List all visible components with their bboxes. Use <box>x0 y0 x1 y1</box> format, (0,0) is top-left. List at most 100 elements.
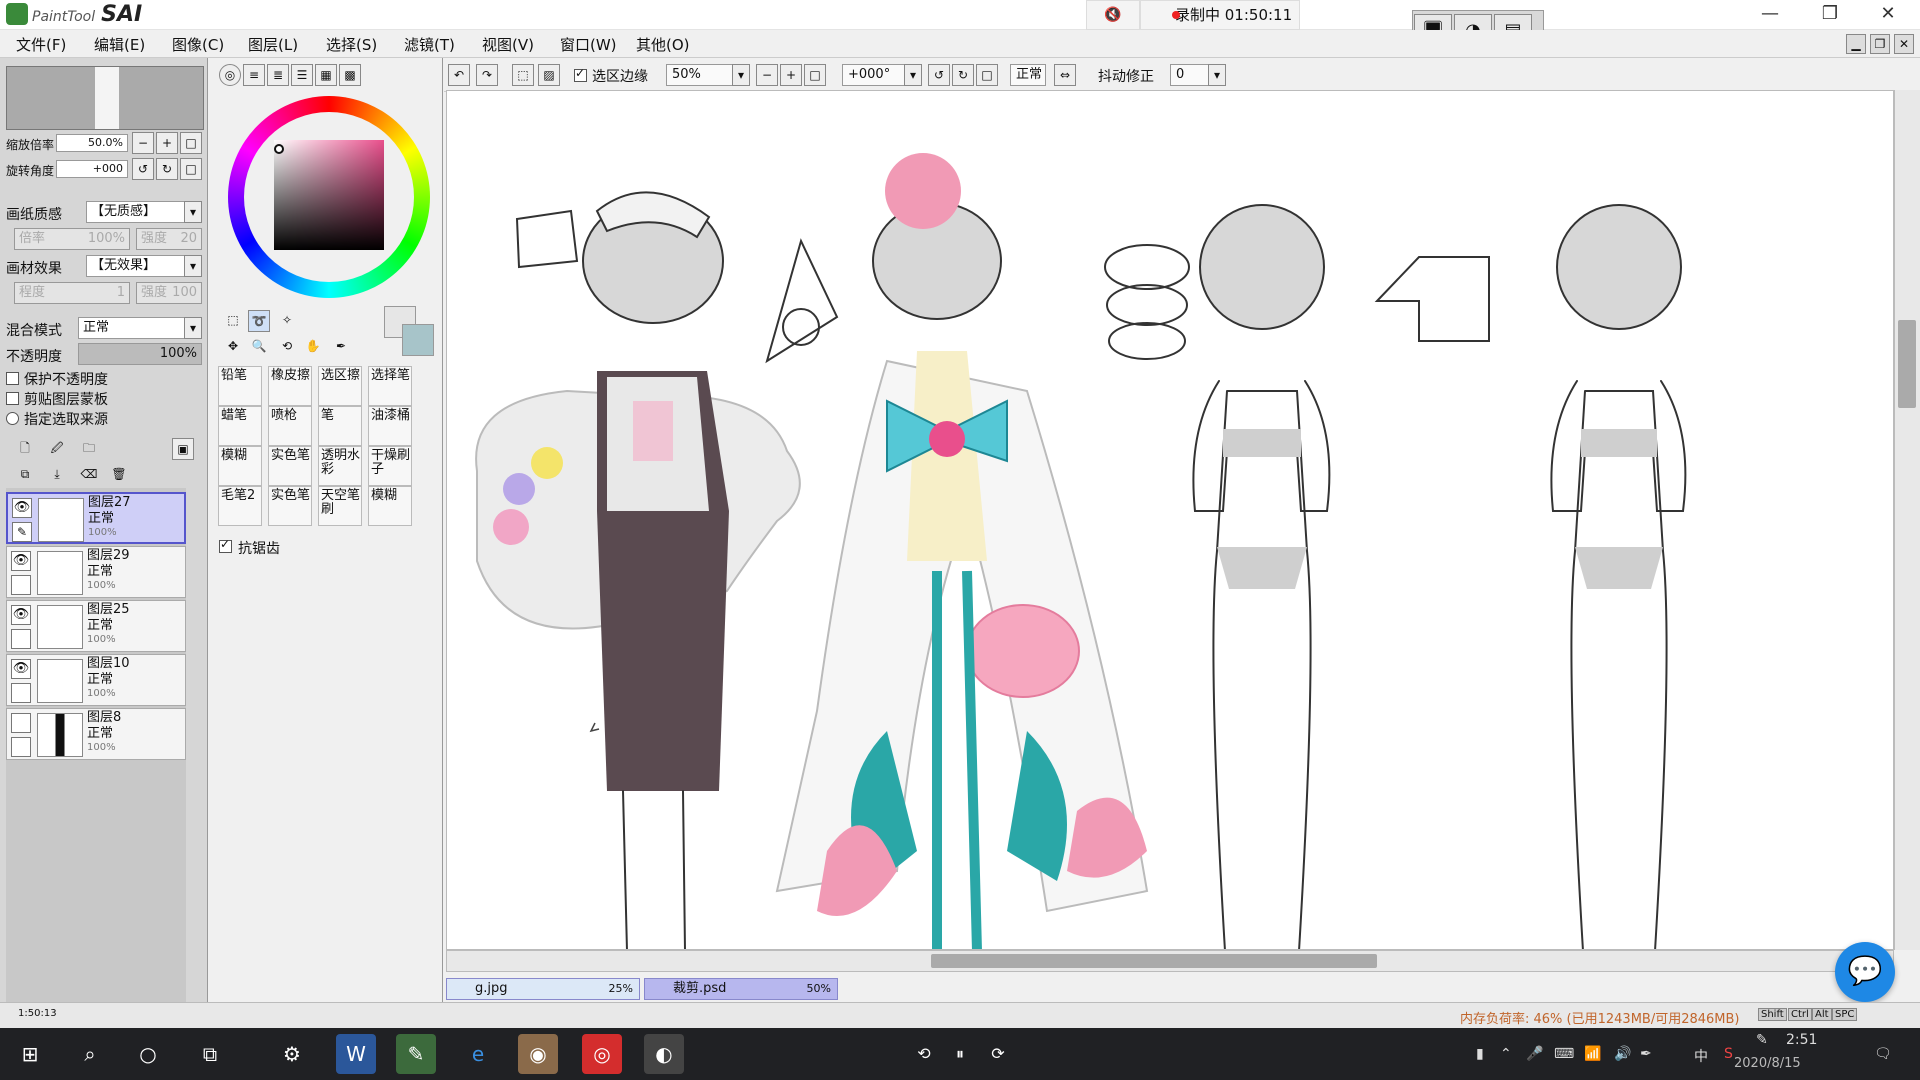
rewind-10-icon[interactable]: ⟲ <box>904 1034 944 1074</box>
menu-edit[interactable]: 编辑(E) <box>94 34 145 55</box>
brush-effect-select[interactable]: 【无效果】 <box>86 255 186 277</box>
zoom-reset-icon[interactable]: □ <box>804 64 826 86</box>
chevron-down-icon[interactable]: ▾ <box>1208 64 1226 86</box>
tool-solid-brush-2[interactable]: 实色笔 <box>268 486 312 526</box>
display-mode-select[interactable]: 正常 <box>1010 64 1046 86</box>
cortana-icon[interactable]: ○ <box>128 1034 168 1074</box>
layer-item[interactable]: 👁 图层10 正常 100% <box>6 654 186 706</box>
layer-item[interactable]: 👁 图层25 正常 100% <box>6 600 186 652</box>
blend-mode-select[interactable]: 正常 <box>78 317 186 339</box>
painttool-app-icon[interactable]: ✎ <box>396 1034 436 1074</box>
tool-selection-eraser[interactable]: 选区擦 <box>318 366 362 406</box>
menu-file[interactable]: 文件(F) <box>16 34 66 55</box>
layer-item[interactable]: 图层8 正常 100% <box>6 708 186 760</box>
eye-icon[interactable]: 👁 <box>12 498 32 518</box>
lock-toggle[interactable] <box>11 737 31 757</box>
vertical-scrollbar[interactable] <box>1894 90 1920 950</box>
edit-icon[interactable]: ✎ <box>1756 1032 1768 1048</box>
menu-layer[interactable]: 图层(L) <box>248 34 298 55</box>
rgb-slider-tab-icon[interactable]: ≡ <box>243 64 265 86</box>
taskbar-date[interactable]: 2020/8/15 <box>1734 1056 1801 1071</box>
move-icon[interactable]: ✥ <box>222 336 244 358</box>
zoom-in-button[interactable]: + <box>156 132 178 154</box>
volume-icon[interactable]: 🔊 <box>1614 1046 1631 1062</box>
rotate-reset-button[interactable]: □ <box>180 158 202 180</box>
zoom-field[interactable]: 50.0% <box>56 134 128 152</box>
flip-icon[interactable]: ⇔ <box>1054 64 1076 86</box>
saturation-value-square[interactable] <box>274 140 384 250</box>
delete-layer-icon[interactable]: 🗑 <box>108 464 130 486</box>
tool-crayon[interactable]: 蜡笔 <box>218 406 262 446</box>
rotate-reset-icon[interactable]: □ <box>976 64 998 86</box>
eye-icon[interactable]: 👁 <box>11 605 31 625</box>
protect-opacity-checkbox[interactable] <box>6 372 19 385</box>
settings-app-icon[interactable]: ⚙ <box>272 1034 312 1074</box>
palette-tab-icon[interactable]: ☰ <box>291 64 313 86</box>
opacity-slider[interactable]: 100% <box>78 343 202 365</box>
eyedropper-icon[interactable]: ✒ <box>330 336 352 358</box>
invert-selection-icon[interactable]: ▨ <box>538 64 560 86</box>
antialias-checkbox[interactable] <box>219 537 232 553</box>
selection-source-radio[interactable] <box>6 412 19 425</box>
wifi-icon[interactable]: 📶 <box>1584 1046 1601 1062</box>
chevron-down-icon[interactable]: ▾ <box>184 201 202 223</box>
tool-pen[interactable]: 笔 <box>318 406 362 446</box>
tool-blur[interactable]: 模糊 <box>218 446 262 486</box>
task-view-icon[interactable]: ⧉ <box>190 1034 230 1074</box>
zoom-reset-button[interactable]: □ <box>180 132 202 154</box>
chevron-down-icon[interactable]: ▾ <box>184 317 202 339</box>
eye-icon[interactable]: 👁 <box>11 551 31 571</box>
wps-app-icon[interactable]: W <box>336 1034 376 1074</box>
search-icon[interactable]: ⌕ <box>70 1034 110 1074</box>
selection-edge-checkbox[interactable] <box>574 66 587 82</box>
background-color-swatch[interactable] <box>402 324 434 356</box>
keyboard-icon[interactable]: ⌨ <box>1554 1046 1574 1062</box>
maximize-button[interactable]: ❐ <box>1808 0 1852 30</box>
merge-down-icon[interactable]: ⤓ <box>46 464 68 486</box>
layer-item[interactable]: 👁 图层29 正常 100% <box>6 546 186 598</box>
paper-texture-select[interactable]: 【无质感】 <box>86 201 186 223</box>
drawing-canvas[interactable] <box>446 90 1894 950</box>
color-wheel-tab-icon[interactable]: ◎ <box>219 64 241 86</box>
tool-pencil[interactable]: 铅笔 <box>218 366 262 406</box>
new-folder-icon[interactable]: 🗀 <box>78 438 100 460</box>
tool-dry-brush[interactable]: 干燥刷子 <box>368 446 412 486</box>
copy-layer-icon[interactable]: ⧉ <box>14 464 36 486</box>
magic-wand-icon[interactable]: ✧ <box>276 310 298 332</box>
doc-close-button[interactable]: ✕ <box>1894 34 1914 54</box>
doc-minimize-button[interactable]: ▁ <box>1846 34 1866 54</box>
notification-icon[interactable]: 🗨 <box>1874 1046 1892 1062</box>
chevron-down-icon[interactable]: ▾ <box>184 255 202 277</box>
eye-icon[interactable]: 👁 <box>11 659 31 679</box>
menu-window[interactable]: 窗口(W) <box>560 34 617 55</box>
rotate-cw-icon[interactable]: ↻ <box>952 64 974 86</box>
tool-bucket[interactable]: 油漆桶 <box>368 406 412 446</box>
stabilizer-select[interactable]: 0 <box>1170 64 1210 86</box>
doc-tab[interactable]: g.jpg 25% <box>446 978 640 1000</box>
eye-hidden-icon[interactable] <box>11 713 31 733</box>
lock-toggle[interactable] <box>11 575 31 595</box>
horizontal-scroll-thumb[interactable] <box>931 954 1377 968</box>
new-layer-icon[interactable]: 🗋 <box>14 438 36 460</box>
rotate-select[interactable]: +000° <box>842 64 908 86</box>
hand-icon[interactable]: ✋ <box>302 336 324 358</box>
menu-other[interactable]: 其他(O) <box>636 34 690 55</box>
game-app-icon[interactable]: ◉ <box>518 1034 558 1074</box>
tool-eraser[interactable]: 橡皮擦 <box>268 366 312 406</box>
forward-30-icon[interactable]: ⟳ <box>978 1034 1018 1074</box>
windows-start-icon[interactable]: ⊞ <box>10 1034 50 1074</box>
chevron-down-icon[interactable]: ▾ <box>732 64 750 86</box>
speaker-icon[interactable]: 🔇 <box>1086 0 1140 30</box>
pencil-icon[interactable]: ✎ <box>12 522 32 542</box>
scratchpad-tab-icon[interactable]: ▩ <box>339 64 361 86</box>
menu-filter[interactable]: 滤镜(T) <box>404 34 455 55</box>
lock-toggle[interactable] <box>11 629 31 649</box>
rotate-right-button[interactable]: ↻ <box>156 158 178 180</box>
menu-image[interactable]: 图像(C) <box>172 34 224 55</box>
ime-app-icon[interactable]: S <box>1724 1046 1733 1062</box>
zoom-out-icon[interactable]: − <box>756 64 778 86</box>
layer-item[interactable]: 👁 ✎ 图层27 正常 100% <box>6 492 186 544</box>
rect-select-icon[interactable]: ⬚ <box>222 310 244 332</box>
ime-indicator[interactable]: 中 <box>1694 1046 1708 1066</box>
clear-layer-icon[interactable]: ⌫ <box>78 464 100 486</box>
